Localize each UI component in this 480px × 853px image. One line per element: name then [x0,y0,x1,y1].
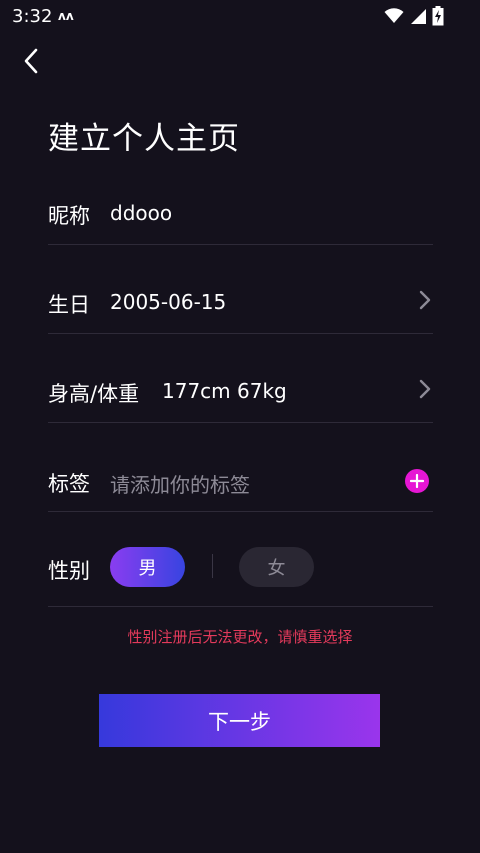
status-time: 3:32 [12,6,53,27]
tags-placeholder[interactable]: 请添加你的标签 [110,469,250,498]
height-weight-value: 177cm 67kg [162,379,287,403]
gender-label: 性别 [48,559,90,583]
tags-row[interactable]: 标签 请添加你的标签 [48,423,433,512]
tags-label: 标签 [48,472,90,496]
nickname-value[interactable]: ddooo [110,201,172,225]
battery-charging-icon [432,6,444,26]
next-step-button[interactable]: 下一步 [99,694,380,747]
page-title: 建立个人主页 [48,121,240,157]
app-notification-icon: ʌʌ [58,9,74,23]
height-weight-row[interactable]: 身高/体重 177cm 67kg [48,334,433,423]
status-icons [384,6,444,26]
chevron-left-icon [24,48,38,74]
status-bar: 3:32 ʌʌ [0,0,480,32]
gender-divider [212,554,213,578]
birthday-value: 2005-06-15 [110,290,227,314]
gender-male-button[interactable]: 男 [110,547,185,587]
chevron-right-icon[interactable] [417,378,433,400]
nickname-label: 昵称 [48,204,90,228]
back-button[interactable] [14,44,48,78]
plus-icon [410,474,424,488]
birthday-row[interactable]: 生日 2005-06-15 [48,245,433,334]
chevron-right-icon[interactable] [417,289,433,311]
gender-female-button[interactable]: 女 [239,547,314,587]
gender-row: 性别 男 女 [48,512,433,607]
gender-warning-text: 性别注册后无法更改，请慎重选择 [127,628,353,646]
add-tag-button[interactable] [405,469,429,493]
wifi-icon [384,8,404,23]
birthday-label: 生日 [48,293,90,317]
signal-icon [411,9,426,24]
nickname-row[interactable]: 昵称 ddooo [48,156,433,245]
height-weight-label: 身高/体重 [48,382,140,406]
